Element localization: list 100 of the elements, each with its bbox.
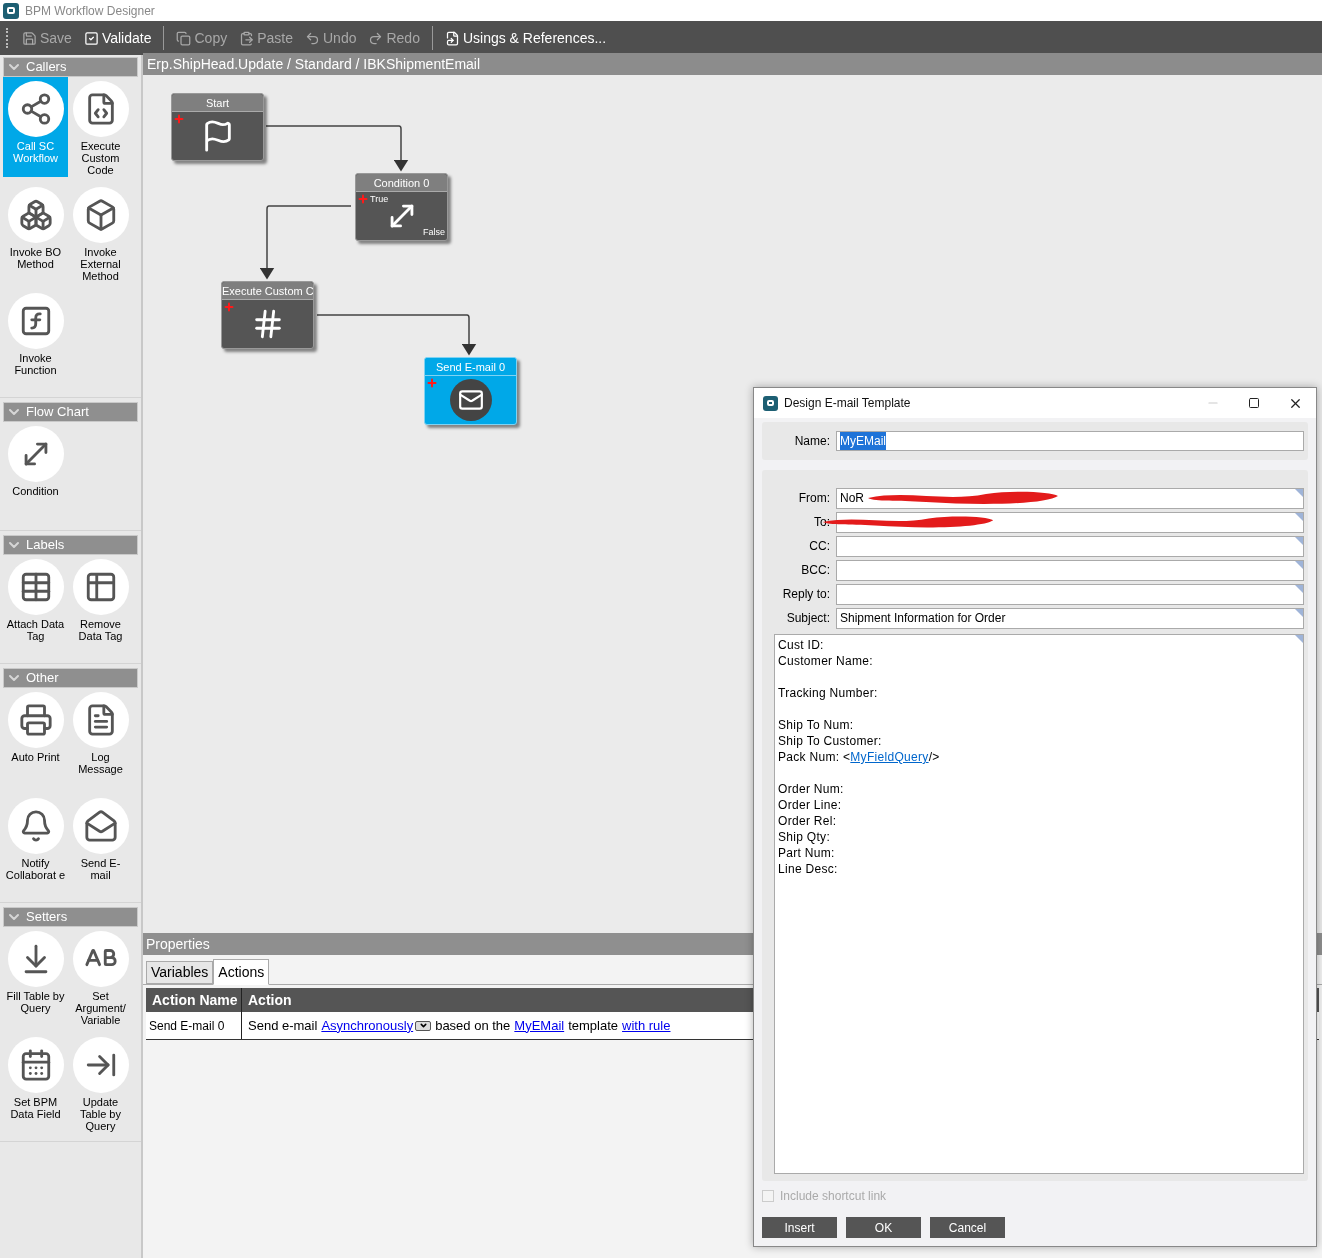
corner-marker-icon	[1295, 635, 1303, 643]
toolbox-item[interactable]: Invoke BO Method	[3, 183, 68, 283]
item-label: Condition	[11, 485, 60, 497]
tab[interactable]: Actions	[213, 959, 270, 985]
item-label: Send E- mail	[79, 857, 122, 881]
dialog-button[interactable]: Cancel	[930, 1217, 1005, 1238]
action-text: Send e-mail	[248, 1016, 318, 1035]
toolbox-item[interactable]: Invoke External Method	[68, 183, 133, 283]
checkbox-icon	[83, 30, 99, 46]
field-label: Subject:	[785, 610, 831, 627]
field-link[interactable]: MyFieldQuery	[850, 750, 929, 764]
false-label: False	[423, 225, 445, 239]
envelope-icon	[83, 809, 118, 843]
add-icon[interactable]	[357, 193, 369, 205]
corner-marker-icon	[1295, 536, 1303, 545]
text-field[interactable]	[836, 559, 1304, 581]
body-line: Ship Qty:	[778, 829, 832, 845]
action-text: based on the	[435, 1016, 511, 1035]
item-label: Invoke BO Method	[8, 246, 63, 270]
redo-icon	[368, 30, 384, 46]
body-line: Tracking Number:	[778, 685, 879, 701]
body-line: Order Line:	[778, 797, 843, 813]
checkbox-label: Include shortcut link	[780, 1188, 887, 1205]
toolbox-item[interactable]: Invoke Function	[3, 289, 68, 389]
item-label: Set Argument/ Variable	[74, 990, 127, 1026]
toolbox-item[interactable]: Log Message	[68, 688, 133, 788]
true-label: True	[370, 193, 389, 206]
table-cell: Send E-mail 0	[146, 1012, 242, 1039]
text-field[interactable]: Shipment Information for Order	[836, 607, 1304, 629]
body-line: Customer Name:	[778, 653, 874, 669]
item-label: Update Table by Query	[79, 1096, 122, 1132]
toolbox-item[interactable]: Execute Custom Code	[68, 77, 133, 177]
name-field[interactable]: MyEMail	[836, 431, 1304, 451]
dialog-button[interactable]: OK	[846, 1217, 921, 1238]
text-field[interactable]	[836, 535, 1304, 557]
toolbox-item[interactable]: Set Argument/ Variable	[68, 927, 133, 1027]
app-logo-icon	[763, 395, 778, 411]
action-link[interactable]: Asynchronously	[321, 1015, 414, 1036]
window-title: BPM Workflow Designer	[25, 2, 155, 20]
boxes-icon	[18, 198, 53, 232]
toolbox-item[interactable]: Condition	[3, 422, 68, 522]
node-title: Condition 0	[356, 174, 447, 192]
add-icon[interactable]	[426, 377, 438, 389]
add-icon[interactable]	[223, 301, 235, 313]
item-label: Set BPM Data Field	[9, 1096, 62, 1120]
workflow-node[interactable]: Start	[171, 93, 264, 161]
corner-marker-icon	[1295, 560, 1303, 569]
item-label: Notify Collaborat e	[4, 857, 67, 881]
toolbox-item[interactable]: Update Table by Query	[68, 1033, 133, 1133]
body-line: Line Desc:	[778, 861, 839, 877]
field-label: Reply to:	[781, 586, 831, 603]
corner-marker-icon	[1295, 608, 1303, 617]
item-label: Call SC Workflow	[12, 140, 59, 164]
field-label: From:	[797, 490, 831, 507]
field-label: CC:	[808, 538, 831, 555]
dropdown-button[interactable]	[415, 1020, 432, 1031]
body-line: Cust ID:	[778, 637, 825, 653]
action-link[interactable]: with rule	[622, 1015, 671, 1036]
toolbar-button[interactable]: Usings & References...	[440, 27, 611, 49]
item-label: Auto Print	[10, 751, 61, 763]
corner-marker-icon	[1295, 584, 1303, 593]
text-field[interactable]	[836, 583, 1304, 605]
corner-marker-icon	[1295, 512, 1303, 521]
toolbox-item[interactable]: Set BPM Data Field	[3, 1033, 68, 1133]
item-label: Invoke External Method	[79, 246, 122, 282]
caret-icon	[418, 1021, 428, 1030]
workflow-node[interactable]: Execute Custom C	[221, 281, 314, 349]
toolbox-item[interactable]: Remove Data Tag	[68, 555, 133, 655]
column-header: Action	[247, 991, 293, 1010]
document-link-icon	[444, 30, 460, 46]
tab[interactable]: Variables	[146, 961, 214, 984]
dialog-title: Design E-mail Template	[784, 395, 912, 412]
item-label: Attach Data Tag	[5, 618, 66, 642]
node-title: Send E-mail 0	[425, 358, 516, 376]
save-icon	[22, 30, 37, 46]
toolbar-button[interactable]: Validate	[79, 27, 156, 49]
undo-icon	[305, 30, 320, 46]
item-label: Execute Custom Code	[79, 140, 122, 176]
breadcrumb: Erp.ShipHead.Update / Standard / IBKShipmentEmail	[143, 53, 1322, 75]
toolbox-item[interactable]: Send E- mail	[68, 794, 133, 894]
body-editor[interactable]: Cust ID: Customer Name: Tracking Number: Ship To Num: Ship To Customer: Pack Num: <MyFieldQuery/> Order Num: Order Line: Order Rel: Ship Qty: Part Num: Line Desc:	[774, 634, 1304, 1174]
toolbox-item[interactable]: Fill Table by Query	[3, 927, 68, 1027]
body-line: Order Num:	[778, 781, 845, 797]
maximize-icon[interactable]	[1248, 397, 1260, 409]
field-label: To:	[813, 514, 831, 531]
copy-icon	[176, 30, 192, 46]
toolbox-item[interactable]: Attach Data Tag	[3, 555, 68, 655]
item-label: Fill Table by Query	[5, 990, 66, 1014]
action-text: template	[568, 1016, 619, 1035]
add-icon[interactable]	[173, 113, 185, 125]
body-line: Part Num:	[778, 845, 836, 861]
node-title: Execute Custom C	[222, 282, 313, 300]
dialog-button[interactable]: Insert	[762, 1217, 837, 1238]
action-link[interactable]: MyEMail	[514, 1015, 565, 1036]
item-label: Remove Data Tag	[77, 618, 124, 642]
workflow-node[interactable]: Condition 0 True False	[355, 173, 448, 241]
item-label: Log Message	[77, 751, 124, 775]
field-label: Name:	[793, 433, 831, 450]
toolbox-item[interactable]: Notify Collaborat e	[3, 794, 68, 894]
toolbox-item[interactable]: Auto Print	[3, 688, 68, 788]
